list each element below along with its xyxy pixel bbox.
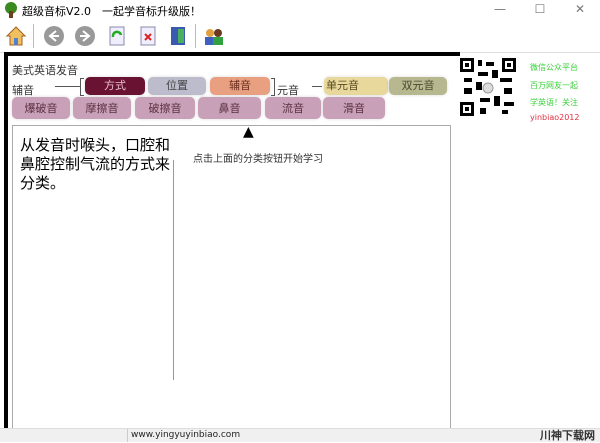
minimize-button[interactable]: — xyxy=(490,2,510,16)
close-button[interactable]: ✕ xyxy=(570,2,590,16)
glide-button[interactable]: 滑音 xyxy=(323,97,385,119)
pointer-triangle-icon: ▲ xyxy=(243,124,254,140)
window-title: 超级音标V2.0 一起学音标升级版！ xyxy=(22,5,202,18)
liquid-button[interactable]: 流音 xyxy=(265,97,321,119)
affricate-button[interactable]: 破擦音 xyxy=(135,97,195,119)
status-url: www.yingyuyinbiao.com xyxy=(131,430,241,440)
fricative-button[interactable]: 摩擦音 xyxy=(73,97,131,119)
vowel-label: 元音 xyxy=(277,84,299,97)
qr-code-icon xyxy=(460,58,516,116)
status-bar: www.yingyuyinbiao.com 川神下载网 xyxy=(0,428,600,442)
monophthong-button[interactable]: 单元音 xyxy=(324,77,388,95)
bracket xyxy=(271,78,275,96)
instruction-text: 点击上面的分类按钮开始学习 xyxy=(193,154,323,165)
divider xyxy=(173,160,174,380)
tree-app-icon xyxy=(5,2,17,18)
toolbar-separator xyxy=(195,24,196,48)
bracket xyxy=(80,78,84,96)
toolbar-separator xyxy=(33,24,34,48)
plosive-button[interactable]: 爆破音 xyxy=(12,97,70,119)
side-text: 微信公众平台 xyxy=(530,63,578,72)
consonant-label: 辅音 xyxy=(12,84,34,97)
forward-icon[interactable] xyxy=(74,25,96,47)
diphthong-button[interactable]: 双元音 xyxy=(389,77,447,95)
bracket-line xyxy=(312,86,322,87)
title-bar: 超级音标V2.0 一起学音标升级版！ — ☐ ✕ xyxy=(0,0,600,20)
manner-button[interactable]: 方式 xyxy=(85,77,145,95)
exit-icon[interactable] xyxy=(167,25,189,47)
place-button[interactable]: 位置 xyxy=(148,77,206,95)
close-doc-icon[interactable] xyxy=(137,25,159,47)
consonant-button[interactable]: 辅音 xyxy=(210,77,270,95)
side-text: 学英语！关注 xyxy=(530,98,578,107)
refresh-icon[interactable] xyxy=(106,25,128,47)
users-icon[interactable] xyxy=(203,25,225,47)
bracket-line xyxy=(55,86,80,87)
back-icon[interactable] xyxy=(43,25,65,47)
maximize-button[interactable]: ☐ xyxy=(530,2,550,16)
description-text: 从发音时喉头，口腔和鼻腔控制气流的方式来分类。 xyxy=(20,136,171,192)
side-text: 百万网友一起 xyxy=(530,81,578,90)
home-icon[interactable] xyxy=(5,25,27,47)
side-account: yinbiao2012 xyxy=(530,113,580,122)
heading: 美式英语发音 xyxy=(12,64,78,77)
nasal-button[interactable]: 鼻音 xyxy=(198,97,261,119)
